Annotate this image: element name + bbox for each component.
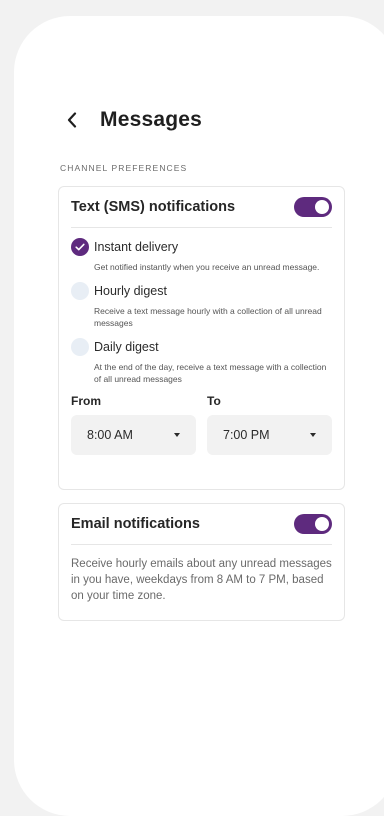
option-row-hourly[interactable]: Hourly digest xyxy=(71,282,332,300)
time-range: From 8:00 AM To 7:00 PM xyxy=(59,394,344,455)
option-description: Get notified instantly when you receive … xyxy=(94,262,320,272)
page-title: Messages xyxy=(100,108,202,131)
email-description: Receive hourly emails about any unread m… xyxy=(71,558,332,602)
page-header: Messages xyxy=(62,108,202,132)
from-select[interactable]: 8:00 AM xyxy=(71,415,196,455)
toggle-knob xyxy=(315,517,329,531)
phone-frame: Messages CHANNEL PREFERENCES Text (SMS) … xyxy=(14,16,384,816)
sms-card-header: Text (SMS) notifications xyxy=(71,187,332,228)
option-row-daily[interactable]: Daily digest xyxy=(71,338,332,356)
caret-down-icon xyxy=(310,433,316,437)
option-description: Receive a text message hourly with a col… xyxy=(94,306,322,328)
sms-card: Text (SMS) notifications Instant deliver… xyxy=(58,186,345,490)
toggle-knob xyxy=(315,200,329,214)
radio-unchecked-icon[interactable] xyxy=(71,282,89,300)
to-column: To 7:00 PM xyxy=(207,394,332,455)
from-column: From 8:00 AM xyxy=(71,394,196,455)
caret-down-icon xyxy=(174,433,180,437)
radio-checked-icon[interactable] xyxy=(71,238,89,256)
option-label: Instant delivery xyxy=(94,240,179,254)
option-label: Hourly digest xyxy=(94,284,167,298)
to-label: To xyxy=(207,394,221,408)
chevron-left-icon[interactable] xyxy=(62,110,82,130)
sms-toggle[interactable] xyxy=(294,197,332,217)
option-hourly-digest: Hourly digest Receive a text message hou… xyxy=(71,282,332,329)
option-instant-delivery: Instant delivery Get notified instantly … xyxy=(71,238,332,273)
sms-options: Instant delivery Get notified instantly … xyxy=(59,228,344,385)
radio-unchecked-icon[interactable] xyxy=(71,338,89,356)
from-label: From xyxy=(71,394,101,408)
section-label: CHANNEL PREFERENCES xyxy=(60,163,188,173)
option-row-instant[interactable]: Instant delivery xyxy=(71,238,332,256)
sms-card-title: Text (SMS) notifications xyxy=(71,199,236,215)
option-description: At the end of the day, receive a text me… xyxy=(94,362,327,384)
option-label: Daily digest xyxy=(94,340,159,354)
email-toggle[interactable] xyxy=(294,514,332,534)
to-select[interactable]: 7:00 PM xyxy=(207,415,332,455)
email-card-header: Email notifications xyxy=(71,504,332,545)
option-daily-digest: Daily digest At the end of the day, rece… xyxy=(71,338,332,385)
email-card-title: Email notifications xyxy=(71,516,200,532)
email-card: Email notifications Receive hourly email… xyxy=(58,503,345,621)
from-value: 8:00 AM xyxy=(87,428,133,442)
to-value: 7:00 PM xyxy=(223,428,270,442)
